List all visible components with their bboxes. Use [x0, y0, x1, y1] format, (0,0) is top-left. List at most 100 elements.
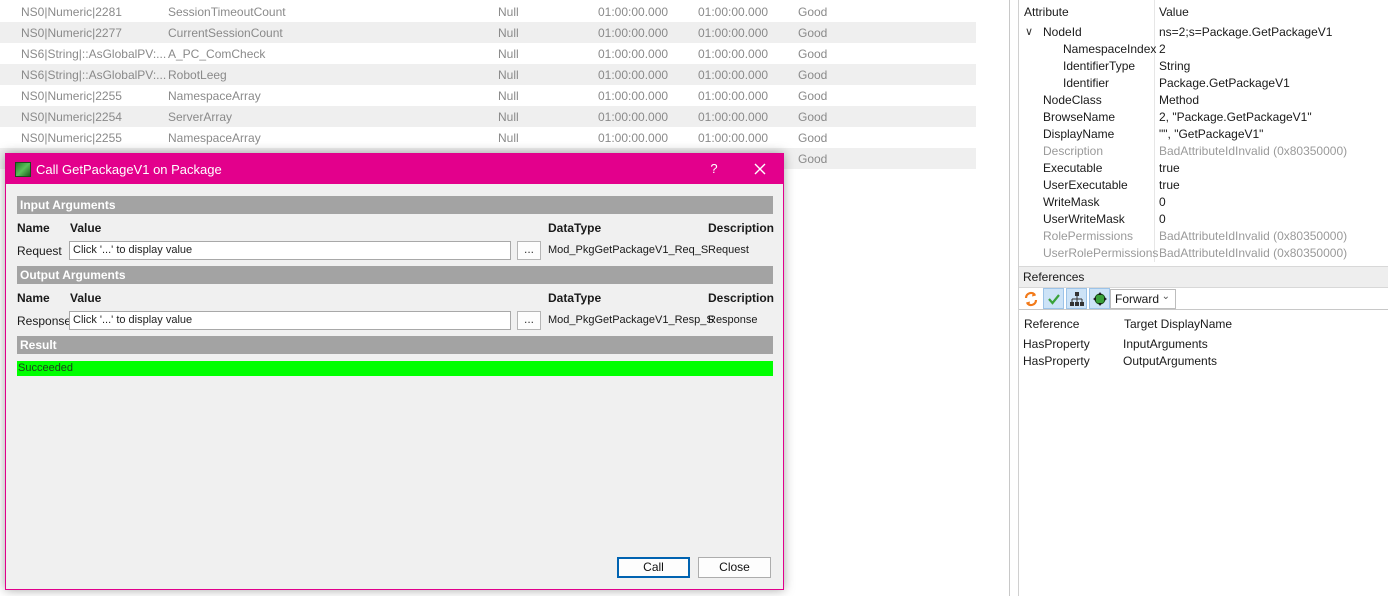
attribute-column-header[interactable]: Attribute	[1024, 5, 1069, 19]
attribute-row[interactable]: Executable true	[1019, 159, 1388, 176]
attribute-row[interactable]: RolePermissions BadAttributeIdInvalid (0x…	[1019, 227, 1388, 244]
attribute-value: true	[1159, 178, 1180, 192]
input-value-header: Value	[70, 221, 102, 235]
grid-row[interactable]: NS0|Numeric|2277 CurrentSessionCount Null 0…	[0, 22, 976, 43]
value-column-header[interactable]: Value	[1159, 5, 1189, 19]
attribute-row[interactable]: UserWriteMask 0	[1019, 210, 1388, 227]
attribute-row[interactable]: BrowseName 2, "Package.GetPackageV1"	[1019, 108, 1388, 125]
attribute-row[interactable]: NodeClass Method	[1019, 91, 1388, 108]
reference-row[interactable]: HasProperty OutputArguments	[1019, 352, 1388, 369]
grid-cell-status: Good	[798, 110, 828, 124]
direction-select[interactable]: Forward ⌄	[1110, 289, 1176, 309]
attribute-row[interactable]: WriteMask 0	[1019, 193, 1388, 210]
grid-cell-status: Good	[798, 89, 828, 103]
hierarchy-icon	[1069, 291, 1084, 306]
attribute-row[interactable]: UserExecutable true	[1019, 176, 1388, 193]
reference-target: OutputArguments	[1123, 354, 1218, 368]
reference-target: InputArguments	[1123, 337, 1208, 351]
attribute-value: ns=2;s=Package.GetPackageV1	[1159, 25, 1333, 39]
input-name-header: Name	[17, 221, 50, 235]
attribute-name: Description	[1043, 144, 1104, 158]
attribute-name: NamespaceIndex	[1063, 42, 1157, 56]
grid-cell-value: Null	[498, 68, 519, 82]
output-arg-value-field[interactable]: Click '...' to display value	[69, 311, 511, 330]
grid-cell-server-ts: 01:00:00.000	[698, 26, 769, 40]
call-button[interactable]: Call	[617, 557, 690, 578]
output-arg-edit-button[interactable]: ...	[517, 311, 541, 330]
attribute-name: DisplayName	[1043, 127, 1115, 141]
references-toolbar: Forward ⌄	[1019, 288, 1388, 310]
attribute-name: UserWriteMask	[1043, 212, 1125, 226]
output-datatype-header: DataType	[548, 291, 602, 305]
attribute-row[interactable]: IdentifierType String	[1019, 57, 1388, 74]
grid-cell-node: NS0|Numeric|2255	[21, 89, 122, 103]
grid-cell-status: Good	[798, 26, 828, 40]
grid-row[interactable]: NS0|Numeric|2254 ServerArray Null 01:00:00.…	[0, 106, 976, 127]
grid-cell-value: Null	[498, 47, 519, 61]
attribute-row[interactable]: UserRolePermissions BadAttributeIdInvalid…	[1019, 244, 1388, 261]
attribute-value: 0	[1159, 212, 1166, 226]
move-button[interactable]	[1089, 288, 1110, 309]
grid-row[interactable]: NS0|Numeric|2255 NamespaceArray Null 01:00:…	[0, 127, 976, 148]
attribute-value: true	[1159, 161, 1180, 175]
references-header: References	[1019, 266, 1388, 288]
reference-row[interactable]: HasProperty InputArguments	[1019, 335, 1388, 352]
refresh-button[interactable]	[1020, 288, 1041, 309]
references-column-header: Reference Target DisplayName	[1019, 315, 1388, 332]
grid-cell-value: Null	[498, 110, 519, 124]
attribute-value: 0	[1159, 195, 1166, 209]
input-arg-value-field[interactable]: Click '...' to display value	[69, 241, 511, 260]
grid-cell-name: NamespaceArray	[168, 131, 261, 145]
grid-cell-node: NS0|Numeric|2281	[21, 5, 122, 19]
grid-row[interactable]: NS6|String|::AsGlobalPV:... RobotLeeg Null…	[0, 64, 976, 85]
grid-cell-node: NS6|String|::AsGlobalPV:...	[21, 68, 167, 82]
grid-row[interactable]: NS6|String|::AsGlobalPV:... A_PC_ComCheck…	[0, 43, 976, 64]
grid-cell-source-ts: 01:00:00.000	[598, 26, 669, 40]
attribute-row[interactable]: ∨ NodeId ns=2;s=Package.GetPackageV1	[1019, 23, 1388, 40]
attribute-row[interactable]: Description BadAttributeIdInvalid (0x8035…	[1019, 142, 1388, 159]
attribute-value: 2, "Package.GetPackageV1"	[1159, 110, 1312, 124]
dialog-titlebar[interactable]: Call GetPackageV1 on Package ?	[6, 154, 783, 184]
attribute-row[interactable]: DisplayName "", "GetPackageV1"	[1019, 125, 1388, 142]
grid-cell-server-ts: 01:00:00.000	[698, 89, 769, 103]
output-arg-datatype: Mod_PkgGetPackageV1_Resp_S	[548, 314, 714, 326]
chevron-down-icon: ⌄	[1161, 291, 1170, 302]
grid-row[interactable]: NS0|Numeric|2281 SessionTimeoutCount Null 0…	[0, 1, 976, 22]
move-icon	[1092, 291, 1107, 306]
output-description-header: Description	[708, 291, 775, 305]
attribute-panel: Attribute Value ∨ NodeId ns=2;s=Package.Ge…	[1018, 0, 1388, 262]
grid-cell-node: NS0|Numeric|2255	[21, 131, 122, 145]
attribute-value: "", "GetPackageV1"	[1159, 127, 1264, 141]
attribute-name: NodeClass	[1043, 93, 1102, 107]
attribute-name: Identifier	[1063, 76, 1110, 90]
reference-type: HasProperty	[1023, 354, 1090, 368]
grid-cell-source-ts: 01:00:00.000	[598, 131, 669, 145]
call-method-dialog: Call GetPackageV1 on Package ? Input Arg…	[5, 153, 784, 590]
close-button[interactable]: Close	[698, 557, 771, 578]
output-value-header: Value	[70, 291, 102, 305]
attribute-name: NodeId	[1043, 25, 1082, 39]
target-column-header[interactable]: Target DisplayName	[1124, 317, 1232, 331]
grid-cell-status: Good	[798, 152, 828, 166]
input-arg-edit-button[interactable]: ...	[517, 241, 541, 260]
hierarchy-button[interactable]	[1066, 288, 1087, 309]
expand-chevron-icon[interactable]: ∨	[1025, 25, 1033, 38]
show-forward-button[interactable]	[1043, 288, 1064, 309]
dialog-title: Call GetPackageV1 on Package	[36, 162, 222, 177]
grid-cell-server-ts: 01:00:00.000	[698, 110, 769, 124]
attribute-name: RolePermissions	[1043, 229, 1134, 243]
grid-cell-status: Good	[798, 47, 828, 61]
reference-column-header[interactable]: Reference	[1024, 317, 1079, 331]
attribute-row[interactable]: Identifier Package.GetPackageV1	[1019, 74, 1388, 91]
grid-cell-name: ServerArray	[168, 110, 233, 124]
grid-cell-server-ts: 01:00:00.000	[698, 47, 769, 61]
close-dialog-button[interactable]	[748, 159, 772, 179]
attribute-row[interactable]: NamespaceIndex 2	[1019, 40, 1388, 57]
attribute-name: WriteMask	[1043, 195, 1100, 209]
grid-cell-source-ts: 01:00:00.000	[598, 68, 669, 82]
references-title: References	[1023, 270, 1085, 284]
grid-row[interactable]: NS0|Numeric|2255 NamespaceArray Null 01:00:…	[0, 85, 976, 106]
input-arg-datatype: Mod_PkgGetPackageV1_Req_S	[548, 244, 709, 256]
panel-splitter[interactable]	[1009, 0, 1010, 596]
help-button[interactable]: ?	[702, 159, 726, 179]
